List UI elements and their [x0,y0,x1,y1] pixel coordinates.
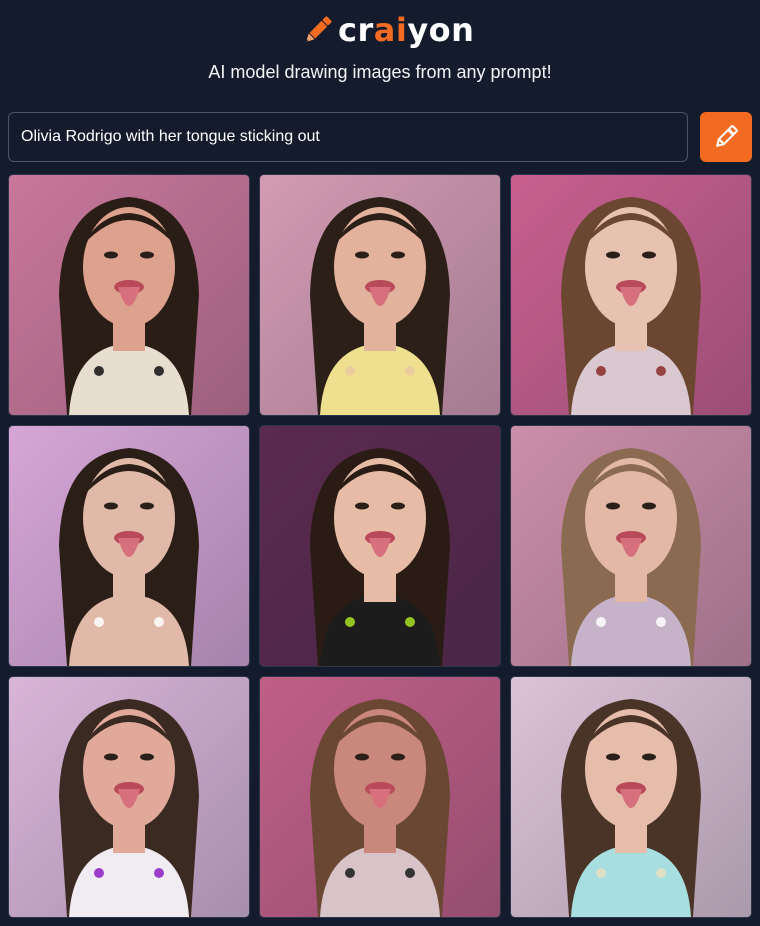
prompt-input[interactable] [8,112,688,162]
header: craiyon AI model drawing images from any… [0,0,760,110]
generated-image-3[interactable] [510,174,752,416]
generated-image-5[interactable] [259,425,501,667]
app-name: craiyon [338,11,475,49]
generated-image-8[interactable] [259,676,501,918]
logo[interactable]: craiyon [300,10,474,50]
pencil-icon [305,16,332,43]
draw-button[interactable] [700,112,752,162]
pencil-icon [716,125,738,147]
generated-image-1[interactable] [8,174,250,416]
tagline: AI model drawing images from any prompt! [208,62,552,82]
generated-image-2[interactable] [259,174,501,416]
image-grid [8,174,752,918]
generated-image-4[interactable] [8,425,250,667]
generated-image-6[interactable] [510,425,752,667]
generated-image-9[interactable] [510,676,752,918]
generated-image-7[interactable] [8,676,250,918]
